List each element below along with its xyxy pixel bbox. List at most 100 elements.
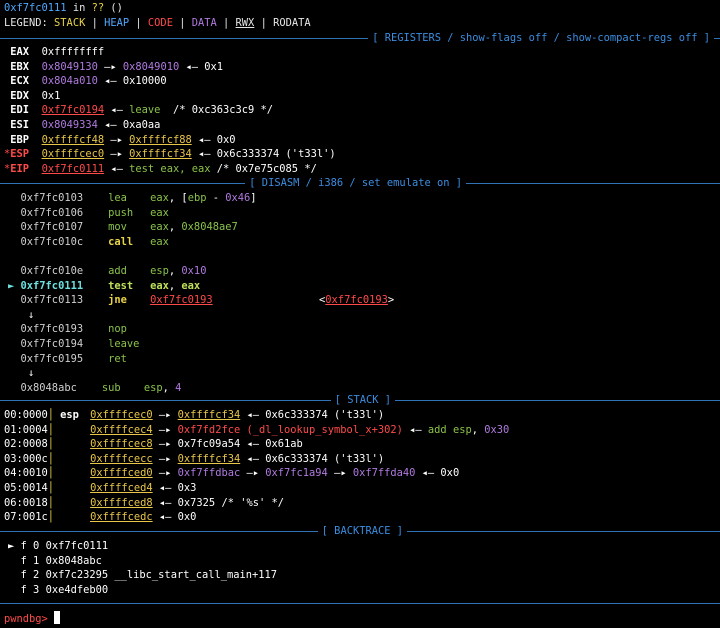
register-value: ◂— 0xa0aa [97, 119, 161, 131]
legend-sep: | [216, 17, 236, 29]
frame-number: f 1 [20, 554, 40, 567]
register-gap [29, 119, 42, 131]
register-row: *EIP 0xf7fc0111 ◂— test eax, eax /* 0x7e… [4, 162, 317, 177]
register-value: leave [129, 104, 161, 117]
instruction-mnemonic: add [108, 265, 127, 277]
register-value: ◂— 0x6c333374 ('t33l') [191, 148, 336, 161]
instruction-address: 0xf7fc0111 [20, 279, 84, 292]
stack-value: —▸ [152, 409, 178, 421]
stack-row: 01:0004│ 0xffffcec4 —▸ 0xf7fd2fce (_dl_lo… [4, 423, 509, 438]
instruction-operand: 4 [175, 381, 182, 394]
register-name: ESP [10, 148, 30, 161]
register-name: EBX [10, 60, 30, 73]
instruction-operand: eax [150, 206, 169, 219]
instruction-operand: , [168, 221, 182, 234]
stack-value: —▸ [152, 467, 178, 480]
instruction-operand: eax [181, 279, 201, 292]
command-line[interactable]: pwndbg> [4, 611, 61, 626]
stack-row: 00:0000│ esp 0xffffcec0 —▸ 0xffffcf34 ◂— 0… [4, 408, 384, 423]
register-value: 0x804a010 [41, 75, 98, 88]
text-cursor[interactable] [54, 611, 61, 624]
register-name: EAX [10, 46, 30, 58]
down-arrow-icon: ↓ [28, 367, 35, 380]
register-value: 0xffffffff [41, 46, 105, 58]
register-name: EBP [10, 133, 30, 146]
register-value: 0x1 [41, 89, 61, 102]
down-arrow-icon: ↓ [28, 308, 35, 321]
register-gap [29, 163, 42, 175]
stack-divider: │ [47, 423, 55, 436]
legend-label: LEGEND: [4, 17, 55, 29]
register-value: /* 0x7e75c085 */ [210, 162, 317, 175]
stack-value: ◂— 0x0 [152, 511, 197, 524]
instruction-address: 0xf7fc0195 [20, 352, 84, 365]
registers-title: [ REGISTERS / show-flags off / show-comp… [372, 32, 710, 44]
register-value: 0xf7fc0111 [41, 162, 105, 175]
stack-value: 0xffffced8 [90, 496, 153, 509]
instruction-operand: < [212, 294, 326, 307]
register-gap [29, 75, 42, 87]
stack-divider: │ [47, 496, 55, 509]
register-gap [29, 104, 42, 116]
instruction-address: 0xf7fc0103 [20, 192, 84, 204]
stack-value: ◂— 0x6c333374 ('t33l') [240, 409, 385, 421]
frame-address: 0xe4dfeb00 [45, 583, 109, 596]
stack-value: 0xffffced0 [90, 467, 153, 480]
stack-index: 03:000c [4, 452, 48, 465]
backtrace-frame: f 1 0x8048abc [8, 554, 102, 569]
instruction-operand: eax [150, 279, 169, 292]
instruction-operand: , [162, 381, 176, 394]
stack-value: add [427, 423, 453, 436]
stack-index: 07:001c [4, 511, 48, 524]
backtrace-frame: ► f 0 0xf7fc0111 [8, 539, 108, 554]
branch-arrow: ↓ [28, 366, 34, 381]
register-name: ECX [10, 75, 30, 88]
bottom-separator [0, 596, 720, 611]
stack-value: —▸ [152, 423, 178, 436]
instruction-operand: - [206, 192, 226, 204]
register-value: ◂— [104, 162, 130, 175]
stack-value: esp [452, 423, 472, 436]
disasm-line: 0xf7fc0107 mov eax, 0x8048ae7 [8, 220, 238, 235]
legend-code: CODE [147, 17, 173, 29]
register-value: —▸ [97, 60, 123, 73]
instruction-mnemonic: jne [108, 294, 127, 307]
instruction-operand: , [ [168, 192, 188, 204]
stack-value: 0xf7ffda40 [352, 467, 416, 480]
instruction-address: 0xf7fc0113 [20, 294, 84, 307]
legend-sep: | [172, 17, 192, 29]
register-value: /* 0xc363c3c9 */ [160, 104, 274, 117]
legend: LEGEND: STACK | HEAP | CODE | DATA | RWX… [4, 16, 311, 31]
stack-value: 0xffffcecc [90, 452, 153, 465]
register-value: —▸ [104, 148, 130, 161]
stack-value: —▸ 0x7fc09a54 ◂— 0x61ab [152, 438, 303, 451]
legend-sep: | [129, 17, 148, 29]
legend-heap: HEAP [104, 17, 130, 29]
instruction-address: 0xf7fc0194 [20, 338, 84, 350]
register-gap [29, 134, 42, 146]
register-value: ◂— [104, 104, 130, 117]
instruction-operand: esp [143, 381, 163, 394]
stack-value: ◂— 0x3 [152, 482, 197, 494]
stack-value: 0xffffcf34 [177, 409, 241, 421]
stack-value: 0xffffced4 [90, 482, 153, 494]
register-value: ◂— 0x10000 [97, 75, 167, 88]
prompt: pwndbg> [4, 613, 55, 625]
instruction-address: 0xf7fc010c [20, 235, 84, 248]
stack-index: 06:0018 [4, 496, 48, 509]
frame-number: f 3 [20, 583, 40, 596]
stack-value: 0xffffcedc [90, 511, 153, 524]
stack-separator: [ STACK ] [0, 393, 720, 408]
instruction-mnemonic: mov [108, 221, 127, 234]
register-value: 0xffffcf88 [129, 133, 192, 146]
stack-divider: │ [47, 511, 55, 524]
register-row: ECX 0x804a010 ◂— 0x10000 [4, 74, 167, 89]
disasm-line: 0xf7fc0194 leave [8, 337, 150, 352]
instruction-address: 0xf7fc0107 [20, 221, 84, 234]
